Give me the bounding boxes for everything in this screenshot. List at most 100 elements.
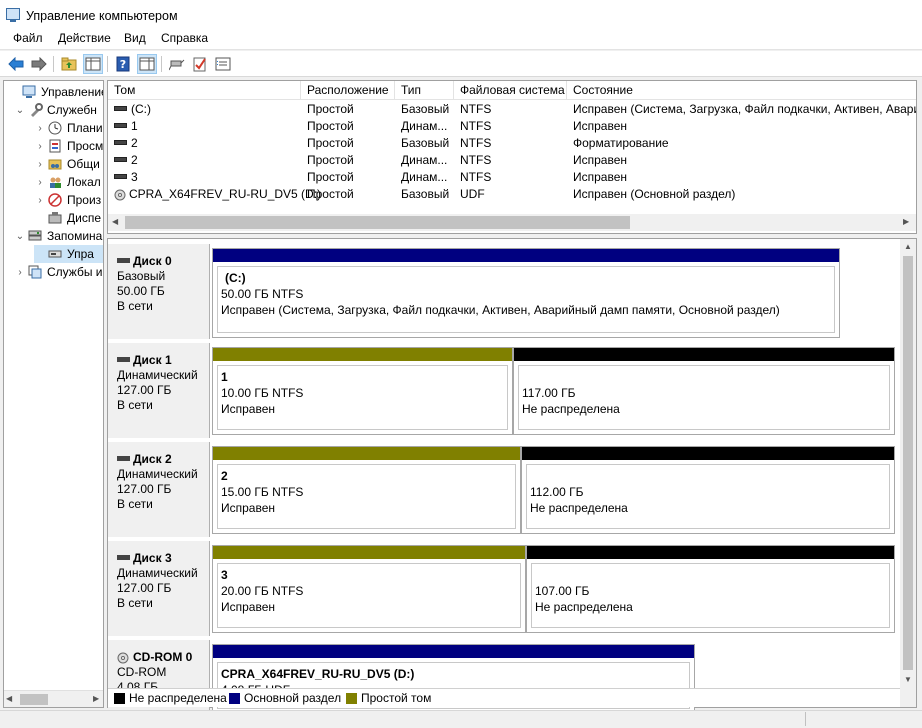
disk-label[interactable]: Диск 3 Динамический 127.00 ГБ В сети [108, 541, 210, 636]
partition-title: 2 [221, 468, 515, 484]
disk-icon [117, 456, 130, 462]
scroll-down-arrow-icon[interactable]: ▼ [904, 675, 912, 684]
disk-state: В сети [117, 398, 153, 412]
volume-row[interactable]: 1 Простой Динам... NTFS Исправен [108, 118, 916, 135]
tree-expander-icon[interactable]: › [14, 267, 26, 278]
tree-item-label: Запомина [47, 229, 103, 243]
volume-list-scroll-thumb[interactable] [125, 216, 630, 229]
legend-primary-partition: Основной раздел [229, 691, 341, 705]
up-one-level-button[interactable] [59, 54, 79, 74]
volume-row[interactable]: 2 Простой Динам... NTFS Исправен [108, 152, 916, 169]
scroll-left-arrow-icon[interactable]: ◀ [6, 694, 12, 703]
tree-item-label: Общи [67, 157, 100, 171]
tree-item[interactable]: › Плани [34, 119, 102, 137]
menu-view[interactable]: Вид [124, 31, 146, 45]
show-hide-action-pane-button[interactable] [137, 54, 157, 74]
volume-type-cell: Базовый [401, 136, 450, 150]
partition-status: Не распределена [530, 501, 628, 515]
legend-label: Не распределена [129, 691, 227, 705]
scroll-left-arrow-icon[interactable]: ◀ [112, 217, 118, 226]
volume-layout-cell: Простой [307, 136, 354, 150]
column-header-status[interactable]: Состояние [567, 81, 916, 100]
tree-expander-icon[interactable]: › [34, 177, 46, 188]
partition-title [522, 369, 889, 385]
forward-button[interactable] [29, 54, 49, 74]
menu-action[interactable]: Действие [58, 31, 111, 45]
partition[interactable]: 1 10.00 ГБ NTFS Исправен [212, 347, 513, 435]
partition-title-text: 3 [221, 568, 228, 582]
console-tree-horizontal-scrollbar[interactable]: ◀ ▶ [4, 690, 103, 707]
scroll-right-arrow-icon[interactable]: ▶ [903, 217, 909, 226]
tree-item[interactable]: › Общи [34, 155, 100, 173]
unallocated-space[interactable]: 117.00 ГБ Не распределена [513, 347, 895, 435]
column-header-type[interactable]: Тип [395, 81, 454, 100]
volume-layout-cell: Простой [307, 170, 354, 184]
tree-item[interactable]: › Локал [34, 173, 100, 191]
check-button[interactable] [190, 54, 210, 74]
tree-expander-icon[interactable]: › [34, 195, 46, 206]
volume-row[interactable]: (C:) Простой Базовый NTFS Исправен (Система,… [108, 101, 916, 118]
tree-item[interactable]: ⌄ Запомина [14, 227, 103, 245]
column-header-filesystem[interactable]: Файловая система [454, 81, 567, 100]
volume-row[interactable]: 2 Простой Базовый NTFS Форматирование [108, 135, 916, 152]
menu-help[interactable]: Справка [161, 31, 208, 45]
column-header-volume[interactable]: Том [108, 81, 301, 100]
tree-item[interactable]: Упра [34, 245, 103, 263]
tree-item[interactable]: Диспе [34, 209, 101, 227]
partition[interactable]: (C:) 50.00 ГБ NTFS Исправен (Система, Загр… [212, 248, 840, 338]
disk-label[interactable]: Диск 0 Базовый 50.00 ГБ В сети [108, 244, 210, 339]
properties-button[interactable] [213, 54, 233, 74]
performance-icon [48, 193, 63, 207]
storage-icon [28, 229, 43, 243]
disk-label[interactable]: Диск 1 Динамический 127.00 ГБ В сети [108, 343, 210, 438]
disk-label[interactable]: Диск 2 Динамический 127.00 ГБ В сети [108, 442, 210, 537]
partition-status: Исправен [221, 501, 276, 515]
tree-expander-icon[interactable]: › [34, 159, 46, 170]
tree-item[interactable]: › Произ [34, 191, 101, 209]
tree-expander-icon[interactable]: › [34, 141, 46, 152]
help-button[interactable]: ? [113, 54, 133, 74]
disk-icon [117, 357, 130, 363]
scroll-thumb[interactable] [20, 694, 48, 705]
disk-name-line: Диск 0 [117, 254, 209, 269]
tree-expander-icon[interactable]: › [34, 123, 46, 134]
scroll-up-arrow-icon[interactable]: ▲ [904, 242, 912, 251]
volume-row[interactable]: 3 Простой Динам... NTFS Исправен [108, 169, 916, 186]
tree-expander-icon[interactable]: ⌄ [14, 105, 26, 116]
disk-name-line: Диск 2 [117, 452, 209, 467]
partition-size: 112.00 ГБ [530, 485, 584, 499]
show-hide-console-tree-button[interactable] [83, 54, 103, 74]
tree-item[interactable]: Управление к [8, 83, 103, 101]
volume-name: (C:) [131, 102, 151, 116]
column-header-layout[interactable]: Расположение [301, 81, 395, 100]
scroll-right-arrow-icon[interactable]: ▶ [93, 694, 99, 703]
partition-title: CPRA_X64FREV_RU-RU_DV5 (D:) [221, 666, 689, 682]
users-icon [48, 175, 63, 189]
partition-title [530, 468, 889, 484]
device-manager-icon [48, 211, 63, 225]
partition-size: 50.00 ГБ NTFS [221, 287, 304, 301]
volume-row[interactable]: CPRA_X64FREV_RU-RU_DV5 (D:) Простой Базовы… [108, 186, 916, 203]
volume-name: 2 [131, 136, 138, 150]
menu-file[interactable]: Файл [13, 31, 43, 45]
tree-item[interactable]: › Службы и [14, 263, 102, 281]
tree-item-label: Просм [67, 139, 104, 153]
disk-view-scroll-thumb[interactable] [903, 256, 913, 670]
back-button[interactable] [6, 54, 26, 74]
partition[interactable]: 2 15.00 ГБ NTFS Исправен [212, 446, 521, 534]
tree-item[interactable]: ⌄ Служебн [14, 101, 97, 119]
partition-details: 112.00 ГБ Не распределена [526, 464, 890, 529]
partition-details: 1 10.00 ГБ NTFS Исправен [217, 365, 508, 430]
connect-button[interactable] [167, 54, 187, 74]
disk-management-icon [48, 247, 63, 261]
unallocated-space[interactable]: 107.00 ГБ Не распределена [526, 545, 895, 633]
properties-icon [215, 57, 231, 71]
disk-type: CD-ROM [117, 665, 167, 679]
partition-details: 3 20.00 ГБ NTFS Исправен [217, 563, 521, 628]
unallocated-space[interactable]: 112.00 ГБ Не распределена [521, 446, 895, 534]
legend-unallocated: Не распределена [114, 691, 227, 705]
tree-item[interactable]: › Просм [34, 137, 103, 155]
volume-layout-cell: Простой [307, 102, 354, 116]
partition[interactable]: 3 20.00 ГБ NTFS Исправен [212, 545, 526, 633]
tree-expander-icon[interactable]: ⌄ [14, 231, 26, 242]
